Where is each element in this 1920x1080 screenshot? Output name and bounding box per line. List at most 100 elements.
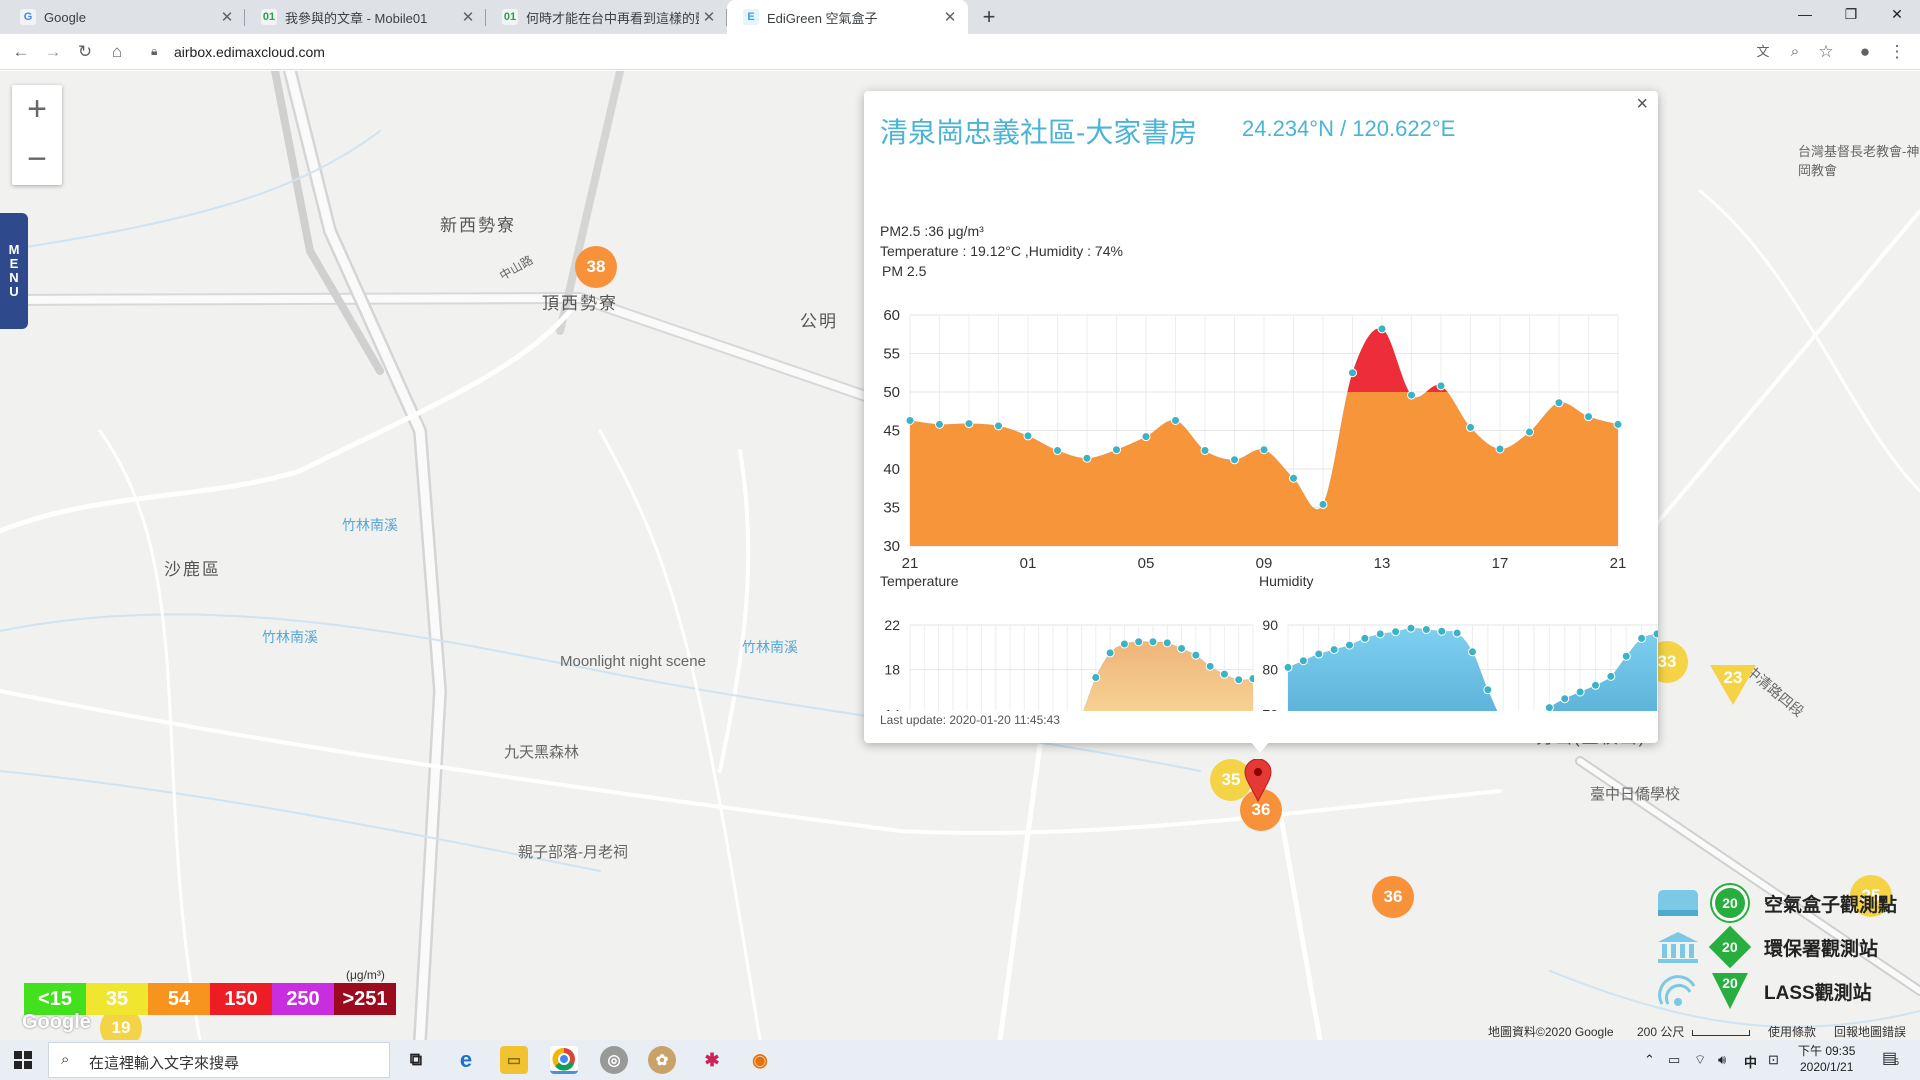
data-point[interactable] (1391, 627, 1401, 637)
data-point[interactable] (1230, 455, 1239, 465)
report-map-error-link[interactable]: 回報地圖錯誤 (1834, 1023, 1906, 1040)
data-point[interactable] (1148, 637, 1158, 647)
data-point[interactable] (1437, 626, 1447, 636)
data-point[interactable] (1234, 675, 1244, 685)
home-icon[interactable]: ⌂ (106, 41, 128, 63)
data-point[interactable] (1053, 446, 1062, 456)
map-canvas[interactable]: 新西勢寮 頂西勢寮 公明 沙鹿區 竹林南溪 竹林南溪 竹林南溪 Moonlight night… (0, 71, 1920, 1040)
data-point[interactable] (1621, 651, 1631, 661)
taskbar-search-box[interactable]: ⌕ 在這裡輸入文字來搜尋 (48, 1042, 390, 1078)
map-scale[interactable]: 200 公尺 (1637, 1023, 1684, 1040)
data-point[interactable] (1119, 639, 1129, 649)
data-point[interactable] (1200, 446, 1210, 456)
tab-close-icon[interactable]: ✕ (458, 8, 478, 26)
data-point[interactable] (1162, 638, 1172, 648)
station-type-item[interactable]: 20 空氣盒子觀測點 (1656, 881, 1920, 925)
file-explorer-icon[interactable]: ▭ (500, 1046, 528, 1074)
data-point[interactable] (1606, 671, 1616, 681)
data-point[interactable] (905, 415, 915, 425)
zoom-icon[interactable]: ⌕ (1784, 41, 1806, 63)
tray-chevron-icon[interactable]: ⌃ (1644, 1052, 1655, 1068)
taskbar-clock[interactable]: 下午 09:35 2020/1/21 (1798, 1043, 1855, 1075)
data-point[interactable] (1105, 648, 1115, 658)
app-icon-3[interactable]: ✱ (698, 1046, 726, 1074)
data-point[interactable] (1406, 623, 1416, 633)
data-point[interactable] (994, 421, 1003, 431)
ime-indicator[interactable]: 中 (1744, 1052, 1757, 1071)
airbox-marker[interactable]: 36 (1372, 876, 1414, 918)
zoom-in-button[interactable]: + (12, 85, 62, 135)
data-point[interactable] (1134, 637, 1144, 647)
browser-tab[interactable]: 01 我參與的文章 - Mobile01 ✕ (245, 0, 486, 34)
data-point[interactable] (1205, 661, 1215, 671)
data-point[interactable] (1483, 685, 1493, 695)
windows-start-icon[interactable] (14, 1051, 32, 1069)
address-bar[interactable]: 🔒︎ airbox.edimaxcloud.com (140, 38, 1890, 66)
data-point[interactable] (1544, 703, 1554, 711)
volume-icon[interactable]: 🔊︎ (1718, 1052, 1726, 1068)
browser-tab[interactable]: G Google ✕ (4, 0, 245, 34)
station-type-item[interactable]: 20 LASS觀測站 (1656, 969, 1920, 1013)
data-point[interactable] (1177, 643, 1187, 653)
data-point[interactable] (1525, 427, 1534, 437)
back-icon[interactable]: ← (10, 41, 32, 63)
airbox-marker[interactable]: 38 (575, 246, 617, 288)
data-point[interactable] (1112, 445, 1121, 455)
reload-icon[interactable]: ↻ (74, 41, 96, 63)
blender-icon[interactable]: ◉ (746, 1046, 774, 1074)
minimize-button[interactable]: — (1782, 0, 1828, 30)
url-text[interactable]: airbox.edimaxcloud.com (174, 44, 325, 60)
data-point[interactable] (1466, 422, 1475, 432)
data-point[interactable] (1289, 473, 1298, 483)
google-logo[interactable]: Google (22, 1011, 91, 1034)
data-point[interactable] (1348, 368, 1357, 378)
maximize-button[interactable]: ❐ (1828, 0, 1874, 30)
data-point[interactable] (1613, 419, 1623, 429)
data-point[interactable] (1637, 633, 1647, 643)
data-point[interactable] (1375, 629, 1385, 639)
data-point[interactable] (1314, 649, 1324, 659)
network-icon[interactable]: ⌔ (1694, 1052, 1706, 1068)
input-mode-icon[interactable]: ⊡ (1768, 1052, 1779, 1068)
data-point[interactable] (1407, 390, 1416, 400)
data-point[interactable] (1082, 453, 1092, 463)
selected-location-pin-icon[interactable] (1244, 759, 1272, 803)
data-point[interactable] (1652, 629, 1658, 639)
app-icon-1[interactable]: ◎ (600, 1046, 628, 1074)
data-point[interactable] (1360, 633, 1370, 643)
edge-browser-icon[interactable]: e (452, 1046, 480, 1074)
data-point[interactable] (1421, 624, 1431, 634)
app-icon-2[interactable]: ✿ (648, 1046, 676, 1074)
data-point[interactable] (964, 419, 974, 429)
data-point[interactable] (1141, 432, 1151, 442)
data-point[interactable] (1298, 656, 1308, 666)
data-point[interactable] (1283, 662, 1293, 672)
data-point[interactable] (1023, 431, 1033, 441)
data-point[interactable] (1091, 672, 1101, 682)
tab-close-icon[interactable]: ✕ (940, 8, 960, 26)
browser-tab[interactable]: E EdiGreen 空氣盒子 ✕ (727, 0, 968, 34)
data-point[interactable] (1452, 628, 1462, 638)
data-point[interactable] (1318, 499, 1328, 509)
task-view-icon[interactable]: ⧉ (402, 1046, 430, 1074)
data-point[interactable] (1171, 415, 1180, 425)
menu-button[interactable]: M E N U (0, 213, 28, 329)
close-window-button[interactable]: ✕ (1874, 0, 1920, 30)
data-point[interactable] (1219, 669, 1229, 679)
battery-icon[interactable]: ▭ (1668, 1052, 1680, 1068)
data-point[interactable] (1377, 324, 1387, 334)
tab-close-icon[interactable]: ✕ (217, 8, 237, 26)
chrome-menu-icon[interactable]: ⋮ (1886, 41, 1908, 63)
zoom-out-button[interactable]: − (12, 135, 62, 185)
data-point[interactable] (1345, 640, 1354, 650)
chrome-icon[interactable] (550, 1046, 578, 1074)
terms-link[interactable]: 使用條款 (1768, 1023, 1816, 1040)
data-point[interactable] (1329, 645, 1339, 655)
translate-icon[interactable]: 文 (1752, 41, 1774, 63)
new-tab-button[interactable]: + (976, 4, 1002, 30)
station-type-item[interactable]: 20 環保署觀測站 (1656, 925, 1920, 969)
data-point[interactable] (1584, 412, 1593, 422)
data-point[interactable] (1259, 445, 1269, 455)
data-point[interactable] (1591, 680, 1600, 690)
popup-close-button[interactable]: × (1636, 93, 1648, 116)
